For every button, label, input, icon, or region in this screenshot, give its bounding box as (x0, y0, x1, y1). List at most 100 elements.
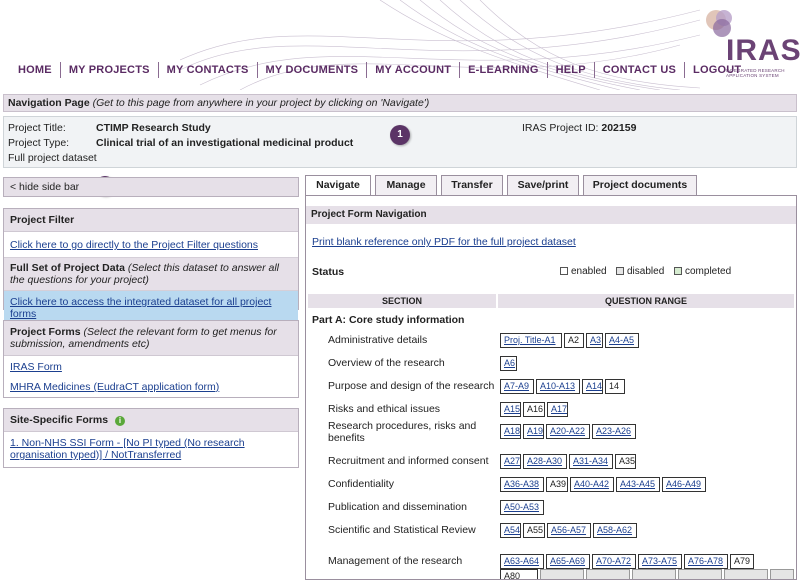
project-id-row: IRAS Project ID: 202159 (522, 122, 636, 134)
question-range-a23-a26[interactable]: A23-A26 (592, 424, 636, 439)
question-range-a27[interactable]: A27 (500, 454, 521, 469)
project-title-value: CTIMP Research Study (96, 122, 211, 134)
section-label: Scientific and Statistical Review (328, 524, 476, 536)
navpage-hint: (Get to this page from anywhere in your … (92, 97, 430, 109)
navpage-title: Navigation Page (8, 97, 90, 109)
info-icon[interactable]: i (114, 416, 125, 426)
logo-text: IRAS (726, 34, 800, 67)
tab-navigate[interactable]: Navigate (305, 175, 371, 196)
question-range-a15[interactable]: A15 (500, 402, 521, 417)
iras-form-link[interactable]: IRAS Form (10, 361, 62, 373)
navigation-page-bar: Navigation Page (Get to this page from a… (3, 94, 797, 112)
tab-transfer[interactable]: Transfer (441, 175, 503, 195)
nav-contact-us[interactable]: CONTACT US (595, 62, 686, 78)
question-range-a14[interactable]: A14 (582, 379, 603, 394)
site-specific-header: Site-Specific Forms i (4, 409, 298, 432)
question-range-a80: A80 (500, 569, 538, 579)
section-label: Recruitment and informed consent (328, 455, 489, 467)
header: HOME MY PROJECTS MY CONTACTS MY DOCUMENT… (0, 0, 800, 90)
full-set-heading: Full Set of Project Data (10, 262, 125, 274)
tab-bar: Navigate Manage Transfer Save/print Proj… (305, 175, 701, 196)
question-range-a17[interactable]: A17 (547, 402, 568, 417)
question-range-a20-a22[interactable]: A20-A22 (546, 424, 590, 439)
full-set-section: Full Set of Project Data (Select this da… (4, 257, 298, 291)
form-navigation-heading: Project Form Navigation (306, 206, 796, 224)
project-filter-link[interactable]: Click here to go directly to the Project… (10, 239, 258, 251)
project-id-value: 202159 (601, 122, 637, 134)
iras-logo: IRAS INTEGRATED RESEARCH APPLICATION SYS… (700, 6, 800, 82)
section-label: Risks and ethical issues (328, 403, 441, 415)
question-range-a55: A55 (523, 523, 545, 538)
project-type-row: Project Type: Clinical trial of an invest… (8, 137, 353, 149)
nav-home[interactable]: HOME (10, 62, 61, 78)
project-forms-panel: Project Forms (Select the relevant form … (3, 320, 299, 398)
question-range-a4-a5[interactable]: A4-A5 (605, 333, 639, 348)
section-label: Purpose and design of the research (328, 380, 495, 392)
legend-enabled: enabled (560, 266, 607, 277)
nav-e-learning[interactable]: E-LEARNING (460, 62, 548, 78)
legend-enabled-label: enabled (571, 266, 607, 277)
project-type-value: Clinical trial of an investigational med… (96, 137, 354, 149)
project-title-label: Project Title: (8, 122, 66, 134)
site-specific-heading: Site-Specific Forms (10, 414, 109, 426)
question-range-a19[interactable]: A19 (523, 424, 544, 439)
logo-subtitle: INTEGRATED RESEARCH APPLICATION SYSTEM (726, 68, 785, 78)
nav-my-account[interactable]: MY ACCOUNT (367, 62, 461, 78)
question-range-a63-a64[interactable]: A63-A64 (500, 554, 544, 569)
section-label: Confidentiality (328, 478, 394, 490)
ssi-form-link[interactable]: 1. Non-NHS SSI Form - [No PI typed (No r… (10, 437, 245, 461)
question-range-a65-a69[interactable]: A65-A69 (546, 554, 590, 569)
question-range-a43-a45[interactable]: A43-A45 (616, 477, 660, 492)
question-range-a76-a78[interactable]: A76-A78 (684, 554, 728, 569)
section-label: Overview of the research (328, 357, 445, 369)
project-type-label: Project Type: (8, 137, 70, 149)
section-label: Research procedures, risks and benefits (328, 420, 477, 444)
question-range-column-header: QUESTION RANGE (498, 294, 794, 308)
tab-project-documents[interactable]: Project documents (583, 175, 697, 195)
section-label: Administrative details (328, 334, 428, 346)
question-range-a10-a13[interactable]: A10-A13 (536, 379, 580, 394)
question-range-a56-a57[interactable]: A56-A57 (547, 523, 591, 538)
question-range-a36-a38[interactable]: A36-A38 (500, 477, 544, 492)
print-pdf-link[interactable]: Print blank reference only PDF for the f… (312, 236, 576, 248)
nav-my-projects[interactable]: MY PROJECTS (61, 62, 159, 78)
question-range-a7-a9[interactable]: A7-A9 (500, 379, 534, 394)
section-label: Publication and dissemination (328, 501, 467, 513)
empty-range-cell (540, 569, 584, 579)
question-range-a54[interactable]: A54 (500, 523, 521, 538)
question-range-a39: A39 (546, 477, 568, 492)
question-range-a31-a34[interactable]: A31-A34 (569, 454, 613, 469)
question-range-a70-a72[interactable]: A70-A72 (592, 554, 636, 569)
legend-completed-label: completed (685, 266, 732, 277)
nav-my-contacts[interactable]: MY CONTACTS (159, 62, 258, 78)
question-range-a58-a62[interactable]: A58-A62 (593, 523, 637, 538)
question-range-a40-a42[interactable]: A40-A42 (570, 477, 614, 492)
question-range-a46-a49[interactable]: A46-A49 (662, 477, 706, 492)
nav-help[interactable]: HELP (548, 62, 595, 78)
question-range-a73-a75[interactable]: A73-A75 (638, 554, 682, 569)
legend-completed-swatch (674, 267, 682, 275)
site-specific-forms-panel: Site-Specific Forms i 1. Non-NHS SSI For… (3, 408, 299, 468)
legend-completed: completed (674, 266, 731, 277)
question-range-a16: A16 (523, 402, 545, 417)
tab-manage[interactable]: Manage (375, 175, 437, 195)
mhra-form-link[interactable]: MHRA Medicines (EudraCT application form… (10, 381, 219, 393)
question-range-a28-a30[interactable]: A28-A30 (523, 454, 567, 469)
integrated-dataset-link[interactable]: Click here to access the integrated data… (10, 296, 271, 320)
project-title-row: Project Title: CTIMP Research Study (8, 122, 211, 134)
question-range-a50-a53[interactable]: A50-A53 (500, 500, 544, 515)
empty-range-cell (678, 569, 722, 579)
question-range-a6[interactable]: A6 (500, 356, 517, 371)
hide-sidebar-button[interactable]: < hide side bar (3, 177, 299, 197)
navigate-panel: Project Form Navigation Print blank refe… (305, 195, 797, 580)
legend-disabled-swatch (616, 267, 624, 275)
part-a-heading: Part A: Core study information (312, 314, 465, 326)
project-id-label: IRAS Project ID: (522, 122, 599, 134)
question-range-proj-title-a1[interactable]: Proj. Title-A1 (500, 333, 562, 348)
question-range-a3[interactable]: A3 (586, 333, 603, 348)
tab-save-print[interactable]: Save/print (507, 175, 579, 195)
project-dataset: Full project dataset (8, 152, 97, 164)
question-range-a18[interactable]: A18 (500, 424, 521, 439)
project-forms-heading: Project Forms (10, 326, 81, 338)
nav-my-documents[interactable]: MY DOCUMENTS (258, 62, 368, 78)
